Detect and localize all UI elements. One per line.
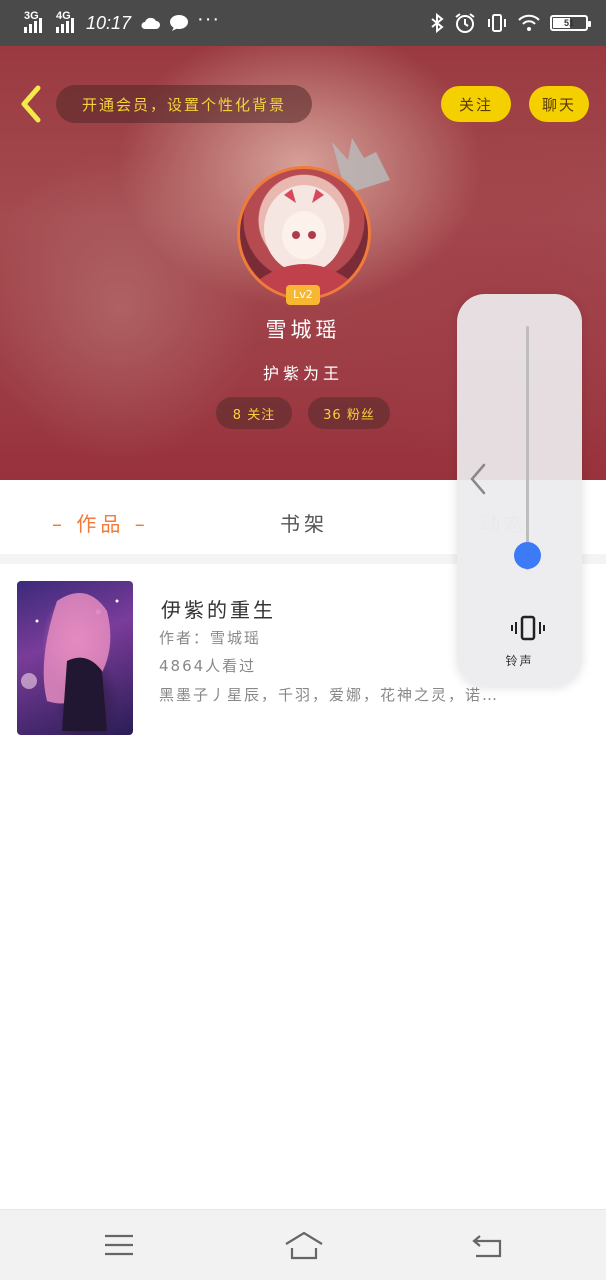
tab-works[interactable]: – 作品 – [52,508,149,537]
wifi-icon [518,14,540,31]
chevron-left-icon[interactable] [467,462,489,496]
more-icon: ··· [197,7,221,30]
volume-slider-track[interactable] [526,326,529,570]
cloud-icon [141,17,161,29]
system-nav-bar [0,1209,606,1280]
following-count-button[interactable]: 8 关注 [216,397,292,429]
level-badge: Lv2 [286,285,320,305]
back-icon[interactable] [16,84,46,124]
tab-bookshelf[interactable]: 书架 [280,508,328,537]
follow-button[interactable]: 关注 [441,86,511,122]
chat-icon [170,15,189,31]
tab-bookshelf-label: 书架 [280,512,328,536]
network-label-2: 4G [56,10,71,22]
volume-panel: 铃声 [457,294,582,686]
menu-icon[interactable] [102,1230,136,1260]
signal-4g-icon: 4G [56,10,74,33]
vibrate-icon [488,14,506,32]
back-nav-icon[interactable] [470,1230,504,1260]
status-bar: 3G 4G 10:17 ··· 51 [0,0,606,46]
tab-works-dash-left: – [52,512,66,536]
signal-3g-icon: 3G [24,10,42,33]
bluetooth-icon [431,13,444,33]
status-time: 10:17 [86,12,132,33]
volume-mode-label: 铃声 [505,654,534,668]
vip-background-button[interactable]: 开通会员，设置个性化背景 [56,85,312,123]
fans-count-button[interactable]: 36 粉丝 [308,397,390,429]
battery-icon: 51 [550,15,591,31]
book-views: 4864人看过 [159,657,257,675]
book-title: 伊紫的重生 [161,598,276,622]
alarm-icon [455,13,475,33]
book-author: 作者：雪城瑶 [159,629,262,647]
volume-slider-knob[interactable] [514,542,541,570]
book-characters: 黑墨子丿星辰，千羽，爱娜，花神之灵，诺… [159,686,500,704]
vibrate-icon[interactable] [509,614,547,642]
chat-button[interactable]: 聊天 [529,86,589,122]
network-label-1: 3G [24,10,39,22]
tab-works-dash-right: – [134,512,149,536]
home-icon[interactable] [284,1230,324,1260]
avatar-illustration [260,185,348,297]
book-cover-image [17,581,133,735]
tab-works-label: 作品 [76,512,125,536]
battery-percent: 51 [563,18,574,28]
avatar[interactable] [237,166,371,300]
